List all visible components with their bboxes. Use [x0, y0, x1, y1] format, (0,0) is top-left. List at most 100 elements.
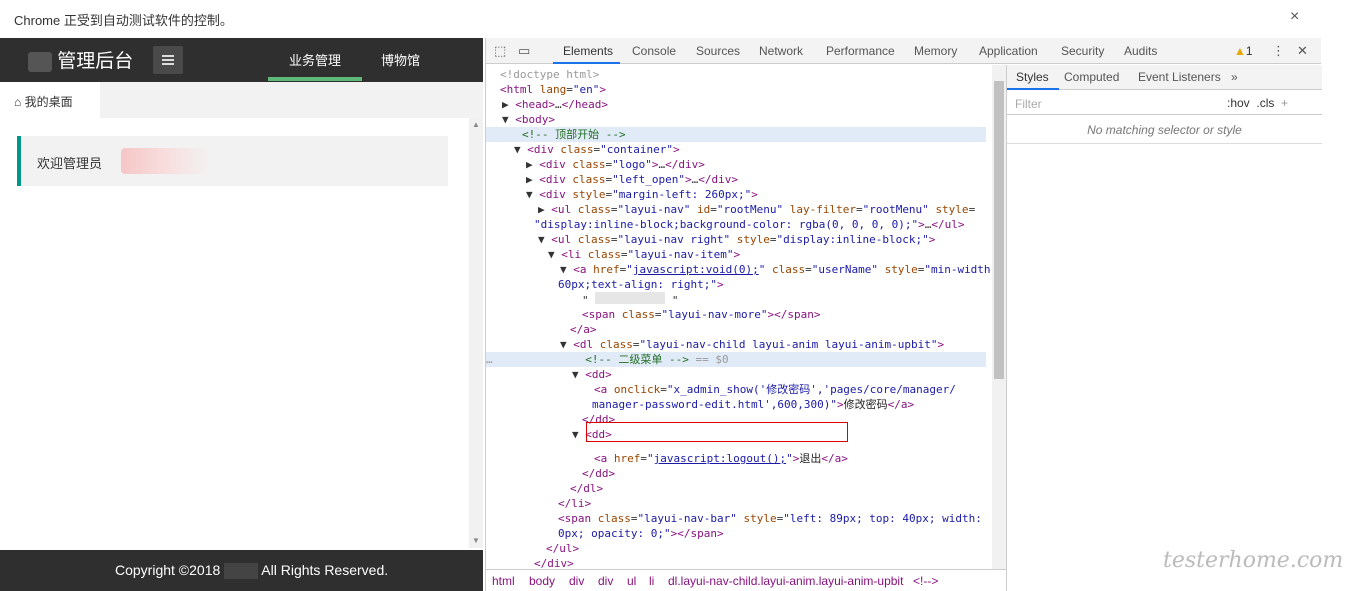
dom-line-logout[interactable]: <a href="javascript:logout();">退出</a> [594, 451, 848, 466]
tab-bar: ⌂ 我的桌面 [0, 82, 483, 118]
dom-line[interactable]: ▶ <div class="logo">…</div> [526, 157, 705, 172]
styles-filter[interactable]: Filter :hov .cls + [1007, 91, 1322, 115]
dom-line[interactable]: <a onclick="x_admin_show('修改密码','pages/c… [594, 382, 956, 397]
watermark: testerhome.com [1163, 548, 1344, 573]
dom-line-selected[interactable]: … <!-- 二级菜单 --> == $0 [486, 352, 986, 367]
dom-line[interactable]: ▼ <dd> [572, 367, 612, 382]
infobar-message: Chrome 正受到自动测试软件的控制。 [14, 13, 233, 28]
devtools-panel: ⬚ ▭ Elements Console Sources Network Per… [485, 38, 1322, 591]
tab-security[interactable]: Security [1061, 44, 1104, 58]
tab-performance[interactable]: Performance [826, 44, 895, 58]
dom-line[interactable]: ▶ <div class="left_open">…</div> [526, 172, 738, 187]
breadcrumb-item[interactable]: li [649, 574, 654, 588]
dom-line[interactable]: <span class="layui-nav-more"></span> [582, 307, 820, 322]
tab-console[interactable]: Console [632, 44, 676, 58]
dom-line: 60px;text-align: right;"> [558, 278, 724, 291]
nav-item-museum[interactable]: 博物馆 [381, 50, 420, 69]
welcome-panel: 欢迎管理员 [17, 136, 448, 186]
dom-line[interactable]: </dl> [570, 481, 603, 496]
automation-infobar: Chrome 正受到自动测试软件的控制。 × [0, 0, 1352, 38]
dom-line[interactable]: ▼ <dl class="layui-nav-child layui-anim … [560, 337, 944, 352]
menu-toggle-button[interactable] [153, 46, 183, 74]
tab-network[interactable]: Network [759, 44, 803, 58]
more-tabs-icon[interactable]: » [1231, 70, 1238, 84]
app-footer: Copyright ©2018 All Rights Reserved. [0, 550, 483, 591]
dom-line[interactable]: ▶ <head>…</head> [502, 97, 608, 112]
dom-line[interactable]: " " [582, 292, 679, 307]
scrollbar-thumb[interactable] [994, 81, 1004, 379]
dom-line[interactable]: ▶ <ul class="layui-nav" id="rootMenu" la… [538, 202, 975, 217]
redacted-block [28, 51, 52, 72]
more-options-icon[interactable]: ⋮ [1272, 43, 1285, 59]
warning-badge[interactable]: ▲1 [1234, 44, 1253, 58]
scroll-up-icon[interactable]: ▲ [472, 120, 480, 129]
dom-line[interactable]: ▼ <a href="javascript:void(0);" class="u… [560, 262, 992, 277]
warning-count: 1 [1245, 44, 1253, 58]
divider [1007, 143, 1322, 144]
dom-line[interactable]: </div> [534, 556, 574, 569]
inspect-icon[interactable]: ⬚ [494, 43, 506, 59]
tab-elements[interactable]: Elements [563, 44, 613, 58]
breadcrumb-item[interactable]: div [598, 574, 613, 588]
breadcrumb-item[interactable]: ul [627, 574, 636, 588]
hamburger-icon [162, 55, 174, 57]
active-tab-indicator [553, 62, 620, 64]
cls-button[interactable]: .cls [1256, 96, 1274, 110]
dom-line[interactable]: ▼ <div class="container"> [514, 142, 680, 157]
dom-line[interactable]: </a> [570, 322, 597, 337]
breadcrumb-item[interactable]: <!--> [913, 574, 938, 588]
tab-computed[interactable]: Computed [1064, 70, 1119, 84]
dom-line[interactable]: <!-- 顶部开始 --> [486, 127, 986, 142]
rights-text: All Rights Reserved. [261, 562, 389, 578]
dom-line[interactable]: ▼ <li class="layui-nav-item"> [548, 247, 740, 262]
breadcrumb-item[interactable]: dl.layui-nav-child.layui-anim.layui-anim… [668, 574, 903, 588]
nav-active-indicator [268, 77, 362, 81]
dom-line[interactable]: ▼ <div style="margin-left: 260px;"> [526, 187, 758, 202]
app-topbar: 管理后台 业务管理 博物馆 [0, 38, 483, 82]
close-devtools-icon[interactable]: ✕ [1297, 43, 1308, 59]
active-tab-indicator [1007, 88, 1059, 90]
tab-home-label: 我的桌面 [24, 95, 73, 109]
tab-styles[interactable]: Styles [1016, 70, 1049, 84]
styles-pane: Styles Computed Event Listeners » Filter… [1006, 65, 1322, 591]
redacted-username [121, 148, 211, 174]
dom-line[interactable]: </dd> [582, 466, 615, 481]
warning-icon: ▲ [1234, 44, 1246, 58]
dom-line[interactable]: <!doctype html> [500, 67, 599, 82]
dom-tree[interactable]: <!doctype html> <html lang="en"> ▶ <head… [486, 65, 992, 569]
nav-item-business[interactable]: 业务管理 [289, 50, 341, 69]
dom-breadcrumb: html body div div ul li dl.layui-nav-chi… [486, 569, 1006, 591]
scroll-down-icon[interactable]: ▼ [472, 536, 480, 545]
dom-line[interactable]: </li> [558, 496, 591, 511]
tab-sources[interactable]: Sources [696, 44, 740, 58]
tab-event-listeners[interactable]: Event Listeners [1138, 70, 1221, 84]
tab-memory[interactable]: Memory [914, 44, 957, 58]
no-match-text: No matching selector or style [1087, 123, 1242, 137]
tab-audits[interactable]: Audits [1124, 44, 1157, 58]
styles-tabbar: Styles Computed Event Listeners » [1007, 65, 1322, 90]
elements-scrollbar[interactable] [992, 65, 1006, 569]
breadcrumb-item[interactable]: html [492, 574, 515, 588]
tab-home[interactable]: ⌂ 我的桌面 [0, 82, 100, 118]
dom-line[interactable]: <span class="layui-nav-bar" style="left:… [558, 511, 982, 526]
dom-line: "display:inline-block;background-color: … [534, 218, 965, 231]
add-rule-icon[interactable]: + [1281, 96, 1288, 110]
logo-text: 管理后台 [57, 51, 134, 72]
app-scrollbar[interactable]: ▲ ▼ [469, 118, 483, 548]
welcome-text: 欢迎管理员 [37, 156, 103, 171]
dom-line: 0px; opacity: 0;"></span> [558, 527, 724, 540]
device-toggle-icon[interactable]: ▭ [518, 43, 530, 59]
copyright-text: Copyright ©2018 [115, 562, 221, 578]
dom-line[interactable]: <html lang="en"> [500, 82, 606, 97]
dom-line[interactable]: </ul> [546, 541, 579, 556]
breadcrumb-item[interactable]: div [569, 574, 584, 588]
redacted-block [224, 563, 259, 580]
dom-line[interactable]: ▼ <ul class="layui-nav right" style="dis… [538, 232, 935, 247]
tab-application[interactable]: Application [979, 44, 1038, 58]
app-logo[interactable]: 管理后台 [28, 46, 133, 73]
close-icon[interactable]: × [1290, 8, 1299, 26]
filter-input[interactable]: Filter [1015, 97, 1042, 111]
dom-line[interactable]: ▼ <body> [502, 112, 555, 127]
breadcrumb-item[interactable]: body [529, 574, 555, 588]
hov-button[interactable]: :hov [1227, 96, 1250, 110]
